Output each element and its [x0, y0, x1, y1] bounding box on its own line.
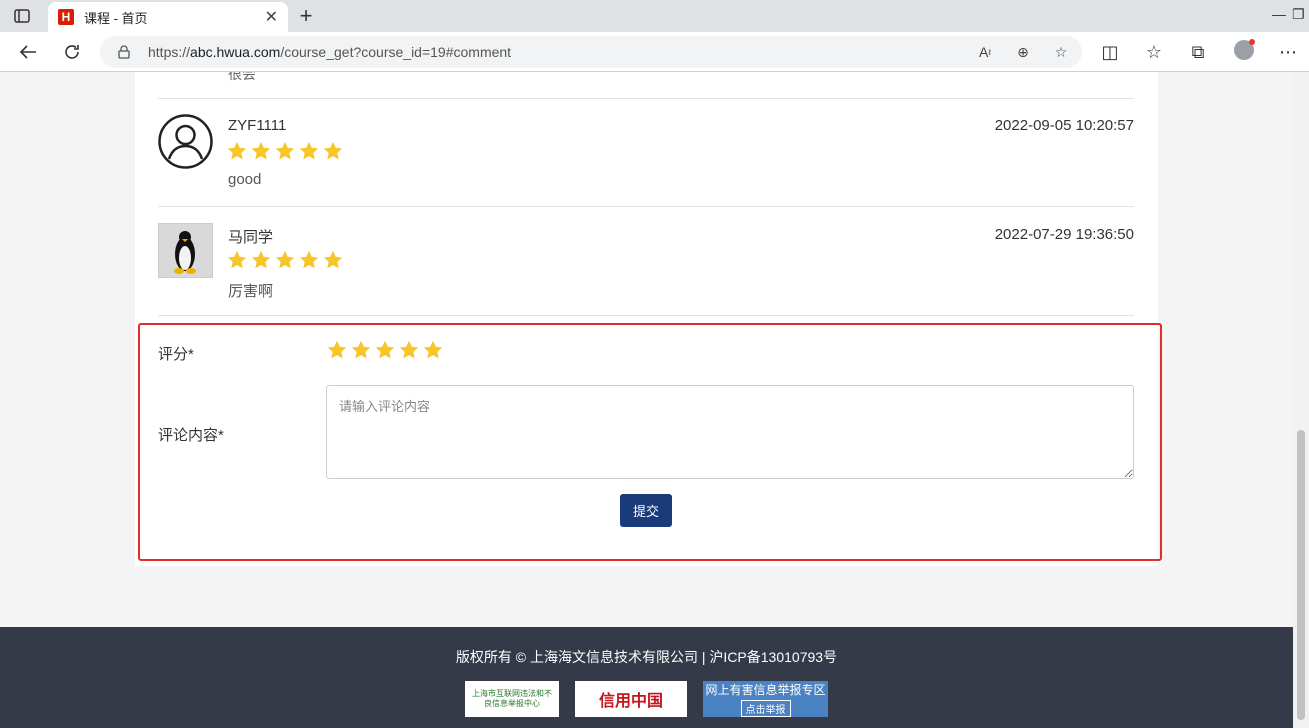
url-text: https://abc.hwua.com/course_get?course_i…	[148, 44, 512, 60]
browser-tab[interactable]: H 课程 - 首页 ✕	[48, 2, 288, 32]
favorites-icon[interactable]: ☆	[1142, 40, 1166, 64]
refresh-icon[interactable]	[60, 40, 84, 64]
tab-title: 课程 - 首页	[84, 10, 148, 26]
split-screen-icon[interactable]: ◫	[1098, 40, 1122, 64]
back-icon[interactable]	[16, 40, 40, 64]
rating-input[interactable]	[326, 339, 444, 361]
tab-actions-icon[interactable]	[10, 6, 34, 26]
star-icon	[323, 141, 343, 160]
rating-label: 评分*	[158, 346, 194, 363]
address-bar[interactable]: https://abc.hwua.com/course_get?course_i…	[100, 36, 1082, 68]
credit-china-badge[interactable]: 信用中国	[575, 681, 687, 717]
star-icon	[323, 250, 343, 269]
star-icon	[299, 250, 319, 269]
lock-icon	[118, 45, 130, 59]
star-icon[interactable]	[326, 339, 348, 361]
copyright-text: 版权所有 © 上海海文信息技术有限公司 | 沪ICP备13010793号	[455, 649, 838, 665]
comment-rating	[226, 140, 344, 162]
scrollbar-thumb[interactable]	[1297, 430, 1305, 720]
collections-icon[interactable]: ⧉	[1186, 40, 1210, 64]
restore-icon[interactable]: ❐	[1292, 6, 1305, 23]
star-icon	[299, 141, 319, 160]
read-aloud-icon[interactable]: Aℓ	[974, 40, 996, 64]
comment-item: ZYF1111 2022-09-05 10:20:57 good	[158, 114, 1134, 214]
divider	[158, 206, 1134, 207]
divider	[158, 315, 1134, 316]
more-menu-icon[interactable]: ⋯	[1276, 40, 1300, 64]
star-icon	[227, 141, 247, 160]
page-viewport: 很会 ZYF1111 2022-09-05 10:20:57 good 马同学 …	[0, 72, 1293, 728]
favorite-add-icon[interactable]: ☆	[1050, 40, 1072, 64]
report-center-badge[interactable]: 上海市互联网违法和不良信息举报中心	[465, 681, 559, 717]
close-tab-icon[interactable]: ✕	[265, 7, 278, 27]
site-footer: 版权所有 © 上海海文信息技术有限公司 | 沪ICP备13010793号 上海市…	[0, 627, 1293, 728]
harmful-info-report-badge[interactable]: 网上有害信息举报专区 点击举报	[703, 681, 828, 717]
comment-author: ZYF1111	[228, 117, 287, 134]
star-icon[interactable]	[374, 339, 396, 361]
browser-tabbar: H 课程 - 首页 ✕ + — ❐	[0, 0, 1309, 32]
comment-text: good	[228, 171, 262, 188]
minimize-icon[interactable]: —	[1272, 6, 1286, 22]
site-favicon-icon: H	[58, 9, 74, 25]
star-icon	[275, 141, 295, 160]
star-icon	[251, 250, 271, 269]
user-outline-icon	[158, 114, 213, 169]
penguin-avatar	[158, 223, 213, 278]
new-tab-icon[interactable]: +	[294, 3, 318, 28]
comment-form: 评分* 评论内容* 提交	[138, 323, 1162, 561]
star-icon	[227, 250, 247, 269]
submit-button[interactable]: 提交	[620, 494, 672, 527]
comment-time: 2022-07-29 19:36:50	[994, 226, 1134, 243]
divider	[158, 98, 1134, 99]
comment-author: 马同学	[228, 229, 274, 246]
content-label: 评论内容*	[158, 427, 224, 444]
star-icon	[251, 141, 271, 160]
previous-comment-text: 很会	[228, 72, 256, 82]
page-scrollbar[interactable]	[1293, 72, 1309, 728]
star-icon[interactable]	[350, 339, 372, 361]
browser-toolbar: https://abc.hwua.com/course_get?course_i…	[0, 32, 1309, 72]
comment-item: 马同学 2022-07-29 19:36:50 厉害啊	[158, 223, 1134, 323]
comment-text: 厉害啊	[228, 283, 274, 300]
comment-rating	[226, 249, 344, 271]
star-icon[interactable]	[422, 339, 444, 361]
star-icon	[275, 250, 295, 269]
comment-textarea[interactable]	[326, 385, 1134, 479]
zoom-icon[interactable]: ⊕	[1012, 40, 1034, 64]
notification-dot	[1249, 39, 1255, 45]
comment-time: 2022-09-05 10:20:57	[994, 117, 1134, 134]
star-icon[interactable]	[398, 339, 420, 361]
